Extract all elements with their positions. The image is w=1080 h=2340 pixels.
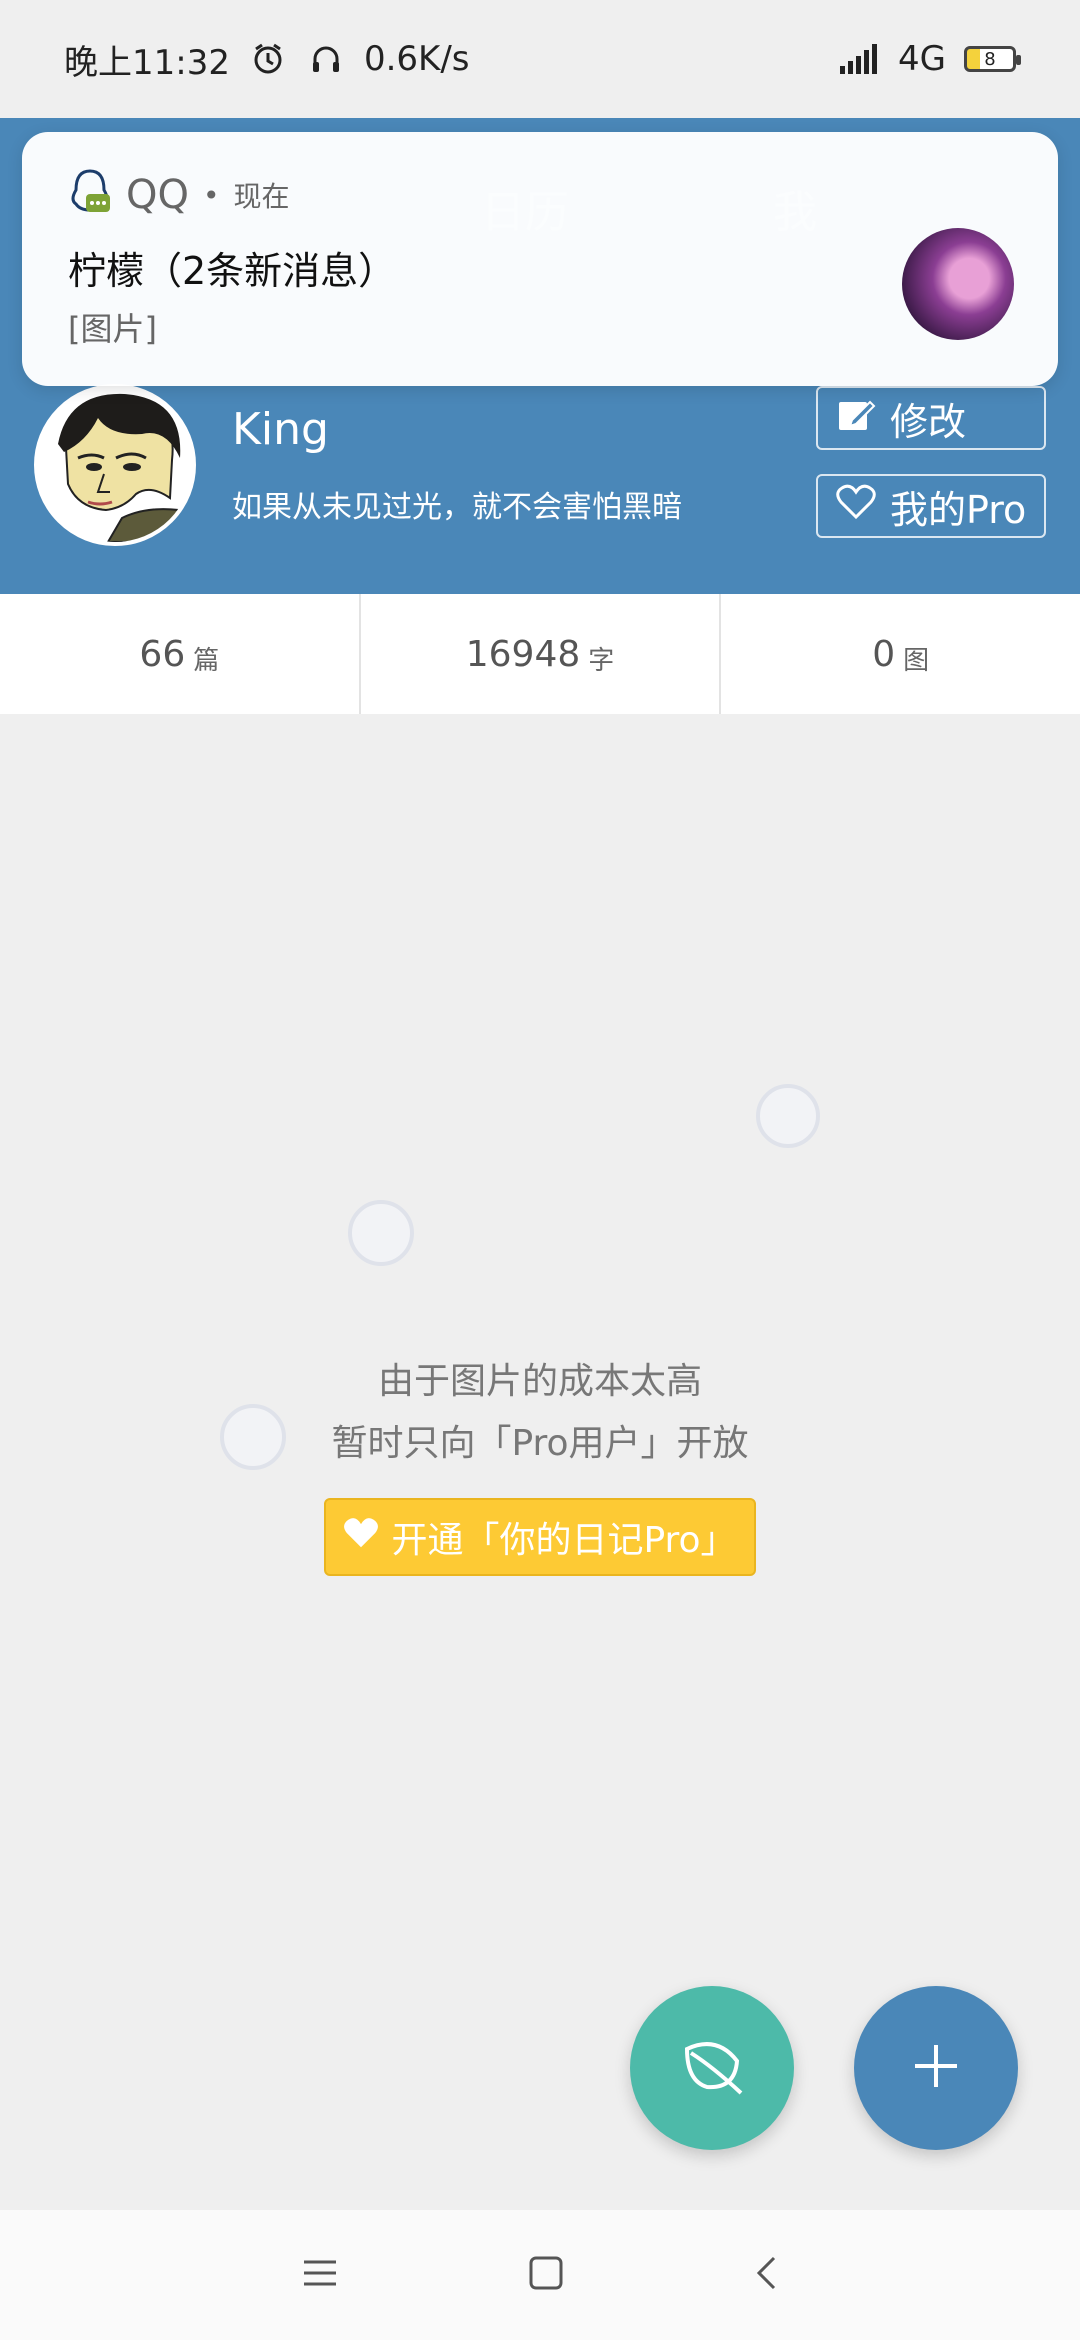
notification-title: 柠檬（2条新消息） — [68, 249, 397, 293]
stat-words[interactable]: 16948 字 — [361, 594, 722, 714]
heart-outline-icon — [836, 484, 876, 529]
network-type: 4G — [898, 39, 946, 79]
stat-entries-unit: 篇 — [193, 645, 220, 676]
my-pro-label: 我的Pro — [890, 487, 1027, 532]
add-entry-button[interactable] — [854, 1986, 1018, 2150]
stat-entries-value: 66 — [139, 633, 186, 675]
leaf-icon — [677, 2031, 747, 2105]
edit-icon — [836, 394, 876, 443]
stat-images-unit: 图 — [903, 645, 930, 676]
decorative-bubble — [756, 1084, 820, 1148]
my-pro-button[interactable]: 我的Pro — [816, 474, 1046, 538]
notification-header: QQ • 现在 — [68, 168, 290, 222]
alarm-icon — [248, 39, 288, 79]
menu-icon[interactable] — [302, 2258, 338, 2292]
avatar-illustration — [38, 388, 192, 542]
edit-label: 修改 — [890, 399, 967, 444]
back-icon[interactable] — [754, 2255, 778, 2295]
notification-app-name: QQ — [126, 172, 189, 218]
activate-pro-label: 开通「你的日记Pro」 — [391, 1520, 737, 1561]
notification-time: 现在 — [233, 180, 290, 213]
user-bio: 如果从未见过光，就不会害怕黑暗 — [232, 490, 682, 525]
leaf-fab-button[interactable] — [630, 1986, 794, 2150]
network-speed: 0.6K/s — [363, 39, 470, 79]
signal-icon — [840, 39, 880, 79]
plus-icon — [911, 2041, 961, 2095]
home-icon[interactable] — [528, 2255, 564, 2295]
stat-images[interactable]: 0 图 — [721, 594, 1080, 714]
username: King — [232, 404, 329, 455]
notification-body: [图片] — [68, 310, 157, 348]
activate-pro-button[interactable]: 开通「你的日记Pro」 — [324, 1498, 756, 1576]
stat-entries[interactable]: 66 篇 — [0, 594, 361, 714]
stat-words-value: 16948 — [465, 633, 581, 675]
status-bar: 晚上11:32 0.6K/s 4G 8 — [0, 0, 1080, 118]
stat-images-value: 0 — [872, 633, 896, 675]
empty-state-line-2: 暂时只向「Pro用户」开放 — [331, 1423, 749, 1464]
notification-avatar — [902, 228, 1014, 340]
stat-words-unit: 字 — [588, 645, 615, 676]
status-time: 晚上11:32 — [64, 42, 230, 83]
separator-dot: • — [202, 178, 220, 212]
heart-icon — [343, 1517, 379, 1558]
stats-row: 66 篇 16948 字 0 图 — [0, 594, 1080, 714]
system-nav-bar — [0, 2210, 1080, 2340]
battery-icon: 8 — [964, 46, 1021, 72]
avatar[interactable] — [34, 384, 196, 546]
empty-state-line-1: 由于图片的成本太高 — [377, 1361, 702, 1402]
edit-profile-button[interactable]: 修改 — [816, 386, 1046, 450]
decorative-bubble — [348, 1200, 414, 1266]
battery-level: 8 — [984, 48, 996, 70]
qq-notification[interactable]: QQ • 现在 柠檬（2条新消息） [图片] — [22, 132, 1058, 386]
qq-icon — [68, 168, 112, 222]
headphones-icon — [306, 39, 346, 79]
